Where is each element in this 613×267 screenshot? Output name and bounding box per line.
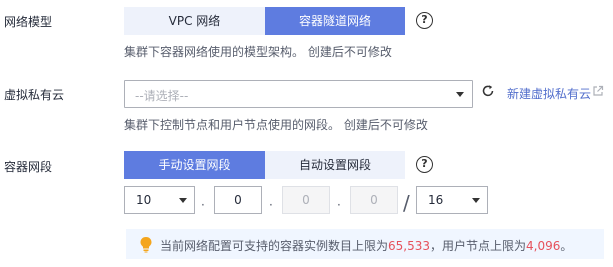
container-limit-value: 65,533 — [388, 239, 431, 253]
refresh-icon[interactable] — [481, 84, 495, 98]
container-cidr-label: 容器网段 — [4, 160, 53, 174]
container-cidr-mode-segmented: 手动设置网段 自动设置网段 — [124, 151, 405, 179]
notice-text: 当前网络配置可支持的容器实例数目上限为65,533，用户节点上限为4,096。 — [160, 237, 572, 254]
manual-cidr-option[interactable]: 手动设置网段 — [124, 151, 265, 179]
cidr-octet-3-value: 0 — [302, 193, 310, 207]
cidr-octet-2-input[interactable]: 0 — [214, 186, 262, 214]
node-limit-value: 4,096 — [526, 239, 561, 253]
cidr-separator: · — [269, 198, 273, 212]
network-model-label: 网络模型 — [4, 15, 53, 29]
notice-middle: ，用户节点上限为 — [430, 239, 527, 253]
network-model-help-icon[interactable]: ? — [416, 12, 433, 29]
container-tunnel-network-option[interactable]: 容器隧道网络 — [265, 7, 405, 35]
chevron-down-icon — [472, 198, 480, 203]
vpc-network-option[interactable]: VPC 网络 — [124, 7, 265, 35]
cidr-separator: · — [337, 198, 341, 212]
auto-cidr-option[interactable]: 自动设置网段 — [265, 151, 405, 179]
external-link-icon[interactable] — [592, 85, 604, 97]
notice-prefix: 当前网络配置可支持的容器实例数目上限为 — [160, 239, 389, 253]
chevron-down-icon — [179, 198, 187, 203]
cidr-octet-4-input: 0 — [350, 186, 398, 214]
vpc-select-placeholder: --请选择-- — [135, 89, 189, 103]
chevron-down-icon — [456, 92, 464, 97]
network-model-segmented: VPC 网络 容器隧道网络 — [124, 7, 405, 35]
cidr-mask-select[interactable]: 16 — [416, 186, 488, 214]
cidr-mask-value: 16 — [428, 193, 444, 207]
cidr-octet-1-value: 10 — [136, 193, 152, 207]
cidr-octet-3-input: 0 — [282, 186, 330, 214]
capacity-notice: 当前网络配置可支持的容器实例数目上限为65,533，用户节点上限为4,096。 — [126, 229, 604, 259]
notice-suffix: 。 — [560, 239, 573, 253]
vpc-label: 虚拟私有云 — [4, 88, 65, 102]
cidr-separator: · — [201, 198, 205, 212]
lightbulb-icon — [140, 237, 152, 253]
cidr-octet-1-select[interactable]: 10 — [124, 186, 195, 214]
create-vpc-link[interactable]: 新建虚拟私有云 — [507, 85, 591, 102]
cidr-octet-2-value: 0 — [234, 193, 242, 207]
vpc-hint: 集群下控制节点和用户节点使用的网段。 创建后不可修改 — [124, 118, 428, 132]
network-model-hint: 集群下容器网络使用的模型架构。 创建后不可修改 — [124, 45, 392, 59]
vpc-select[interactable]: --请选择-- — [124, 80, 473, 108]
container-cidr-help-icon[interactable]: ? — [416, 156, 433, 173]
cidr-octet-4-value: 0 — [370, 193, 378, 207]
cidr-mask-slash: / — [403, 191, 410, 215]
